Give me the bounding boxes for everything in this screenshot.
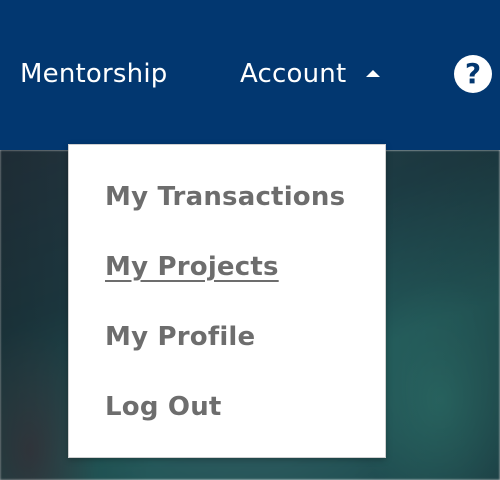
nav-item-account[interactable]: Account [240,54,346,94]
help-question-icon[interactable]: ? [454,55,492,93]
caret-up-icon[interactable] [366,70,380,77]
menu-item-log-out[interactable]: Log Out [105,387,222,427]
menu-item-my-profile[interactable]: My Profile [105,317,255,357]
menu-item-my-projects[interactable]: My Projects [105,247,279,287]
menu-item-my-transactions[interactable]: My Transactions [105,177,345,217]
account-dropdown-menu: My Transactions My Projects My Profile L… [68,144,386,458]
top-navbar: Mentorship Account ? [0,0,500,150]
nav-item-mentorship[interactable]: Mentorship [20,54,167,94]
